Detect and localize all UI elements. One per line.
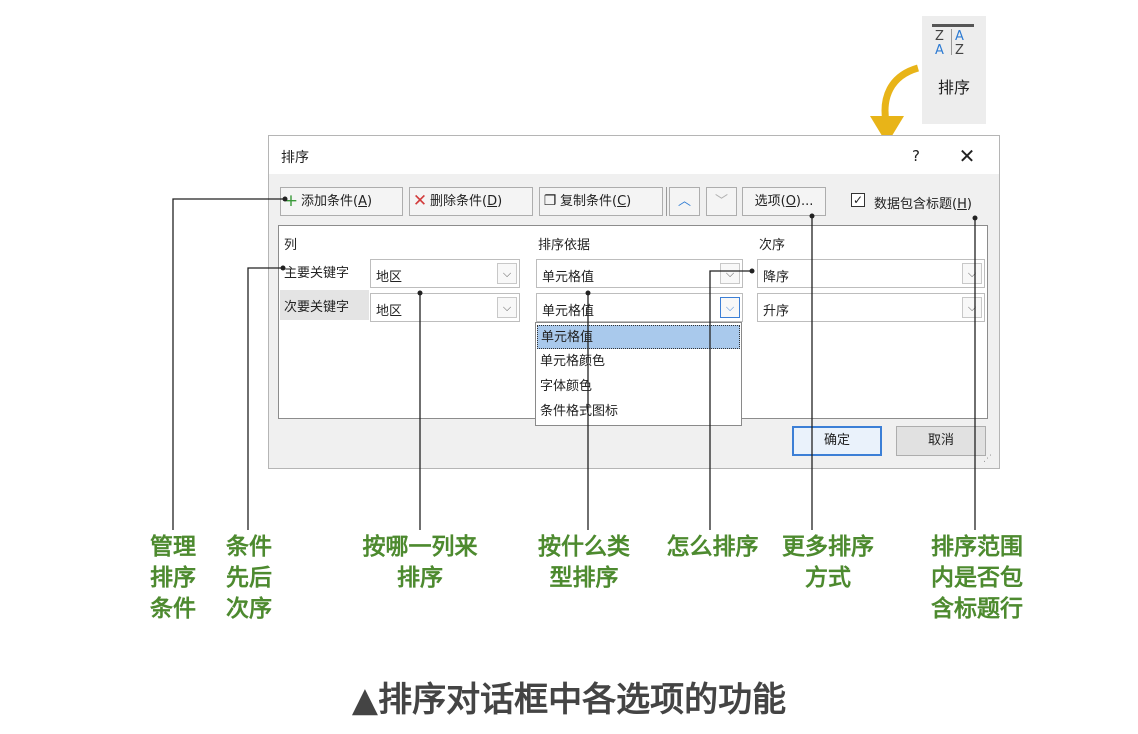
has-header-text: 数据包含标题( bbox=[874, 197, 958, 212]
options-button[interactable]: 选项(O)... bbox=[742, 187, 826, 216]
add-condition-paren: ) bbox=[366, 194, 373, 209]
copy-condition-key: C bbox=[617, 194, 627, 209]
sort-on-select-value: 单元格值 bbox=[542, 270, 595, 285]
copy-icon: ❐ bbox=[543, 193, 557, 209]
sort-dialog: 排序 ? ✕ + 添加条件(A) ✕ 删除条件(D) ❐ 复制条件(C) ︿ ﹀ 选项… bbox=[268, 135, 1000, 469]
copy-condition-paren: ) bbox=[626, 194, 632, 209]
move-down-button[interactable]: ﹀ bbox=[706, 187, 737, 216]
sort-on-select-primary[interactable]: 单元格值 ⌵ bbox=[536, 259, 743, 288]
delete-condition-button[interactable]: ✕ 删除条件(D) bbox=[409, 187, 533, 216]
order-select-primary[interactable]: 降序 ⌵ bbox=[757, 259, 985, 288]
delete-condition-key: D bbox=[487, 194, 498, 209]
sort-on-select-value: 单元格值 bbox=[542, 304, 595, 319]
copy-condition-button[interactable]: ❐ 复制条件(C) bbox=[539, 187, 663, 216]
order-select-secondary[interactable]: 升序 ⌵ bbox=[757, 293, 985, 322]
x-icon: ✕ bbox=[412, 191, 428, 211]
plus-icon: + bbox=[283, 191, 299, 211]
chevron-down-icon[interactable]: ⌵ bbox=[720, 297, 740, 318]
svg-text:A: A bbox=[935, 43, 944, 56]
has-header-checkbox[interactable]: ✓ bbox=[851, 193, 865, 207]
annotation-how: 怎么排序 bbox=[666, 534, 759, 560]
column-select-secondary[interactable]: 地区 ⌵ bbox=[370, 293, 520, 322]
order-select-value: 升序 bbox=[763, 304, 790, 319]
sort-on-dropdown-list: 单元格值 单元格颜色 字体颜色 条件格式图标 bbox=[535, 322, 742, 426]
has-header-label[interactable]: 数据包含标题(H) bbox=[874, 193, 972, 212]
copy-condition-label: 复制条件( bbox=[560, 194, 618, 209]
move-up-button[interactable]: ︿ bbox=[669, 187, 700, 216]
column-select-value: 地区 bbox=[376, 270, 403, 285]
has-header-key: H bbox=[957, 197, 967, 212]
chevron-down-icon[interactable]: ⌵ bbox=[962, 297, 982, 318]
column-header-sort-on: 排序依据 bbox=[538, 238, 591, 253]
order-select-value: 降序 bbox=[763, 270, 790, 285]
svg-text:Z: Z bbox=[935, 29, 944, 44]
ok-button[interactable]: 确定 bbox=[792, 426, 882, 456]
annotation-more: 更多排序 方式 bbox=[782, 534, 874, 591]
add-condition-key: A bbox=[358, 194, 367, 209]
svg-text:Z: Z bbox=[955, 43, 964, 56]
row-label-primary[interactable]: 主要关键字 bbox=[284, 262, 349, 281]
has-header-paren: ) bbox=[966, 197, 972, 212]
row-label-secondary[interactable]: 次要关键字 bbox=[284, 296, 349, 315]
annotation-by-type: 按什么类 型排序 bbox=[538, 534, 630, 591]
annotation-manage: 管理 排序 条件 bbox=[150, 534, 196, 622]
delete-condition-label: 删除条件( bbox=[430, 194, 488, 209]
column-header-col: 列 bbox=[284, 238, 298, 253]
dialog-title: 排序 bbox=[281, 150, 309, 166]
dropdown-option[interactable]: 字体颜色 bbox=[537, 375, 740, 399]
annotation-which-column: 按哪一列来 排序 bbox=[362, 534, 478, 591]
chevron-down-icon[interactable]: ⌵ bbox=[497, 297, 517, 318]
figure-caption: ▲排序对话框中各选项的功能 bbox=[351, 680, 787, 720]
column-select-value: 地区 bbox=[376, 304, 403, 319]
annotation-priority: 条件 先后 次序 bbox=[226, 534, 272, 622]
dropdown-option[interactable]: 条件格式图标 bbox=[537, 400, 740, 424]
options-tail: )... bbox=[795, 194, 814, 209]
svg-text:A: A bbox=[955, 29, 964, 44]
dropdown-option[interactable]: 单元格颜色 bbox=[537, 350, 740, 374]
annotation-header: 排序范围 内是否包 含标题行 bbox=[931, 534, 1023, 622]
dropdown-option[interactable]: 单元格值 bbox=[537, 325, 740, 349]
sort-on-select-secondary[interactable]: 单元格值 ⌵ bbox=[536, 293, 743, 322]
delete-condition-paren: ) bbox=[497, 194, 503, 209]
close-button[interactable]: ✕ bbox=[951, 141, 983, 171]
column-select-primary[interactable]: 地区 ⌵ bbox=[370, 259, 520, 288]
dialog-titlebar: 排序 ? ✕ bbox=[269, 136, 999, 174]
chevron-down-icon[interactable]: ⌵ bbox=[497, 263, 517, 284]
add-condition-label: 添加条件( bbox=[301, 194, 359, 209]
chevron-down-icon[interactable]: ⌵ bbox=[720, 263, 740, 284]
column-header-order: 次序 bbox=[759, 238, 786, 253]
ribbon-sort-label: 排序 bbox=[937, 78, 970, 97]
toolbar-separator bbox=[666, 187, 667, 216]
ribbon-sort-button[interactable]: Z A A Z 排序 bbox=[922, 16, 986, 124]
chevron-down-icon[interactable]: ⌵ bbox=[962, 263, 982, 284]
cancel-button[interactable]: 取消 bbox=[896, 426, 986, 456]
sort-az-icon: Z A A Z bbox=[932, 24, 974, 56]
add-condition-button[interactable]: + 添加条件(A) bbox=[280, 187, 403, 216]
options-key: O bbox=[785, 194, 796, 209]
help-button[interactable]: ? bbox=[904, 144, 928, 168]
options-label: 选项( bbox=[754, 194, 786, 209]
resize-grip-icon[interactable]: ⋰ bbox=[983, 454, 993, 464]
